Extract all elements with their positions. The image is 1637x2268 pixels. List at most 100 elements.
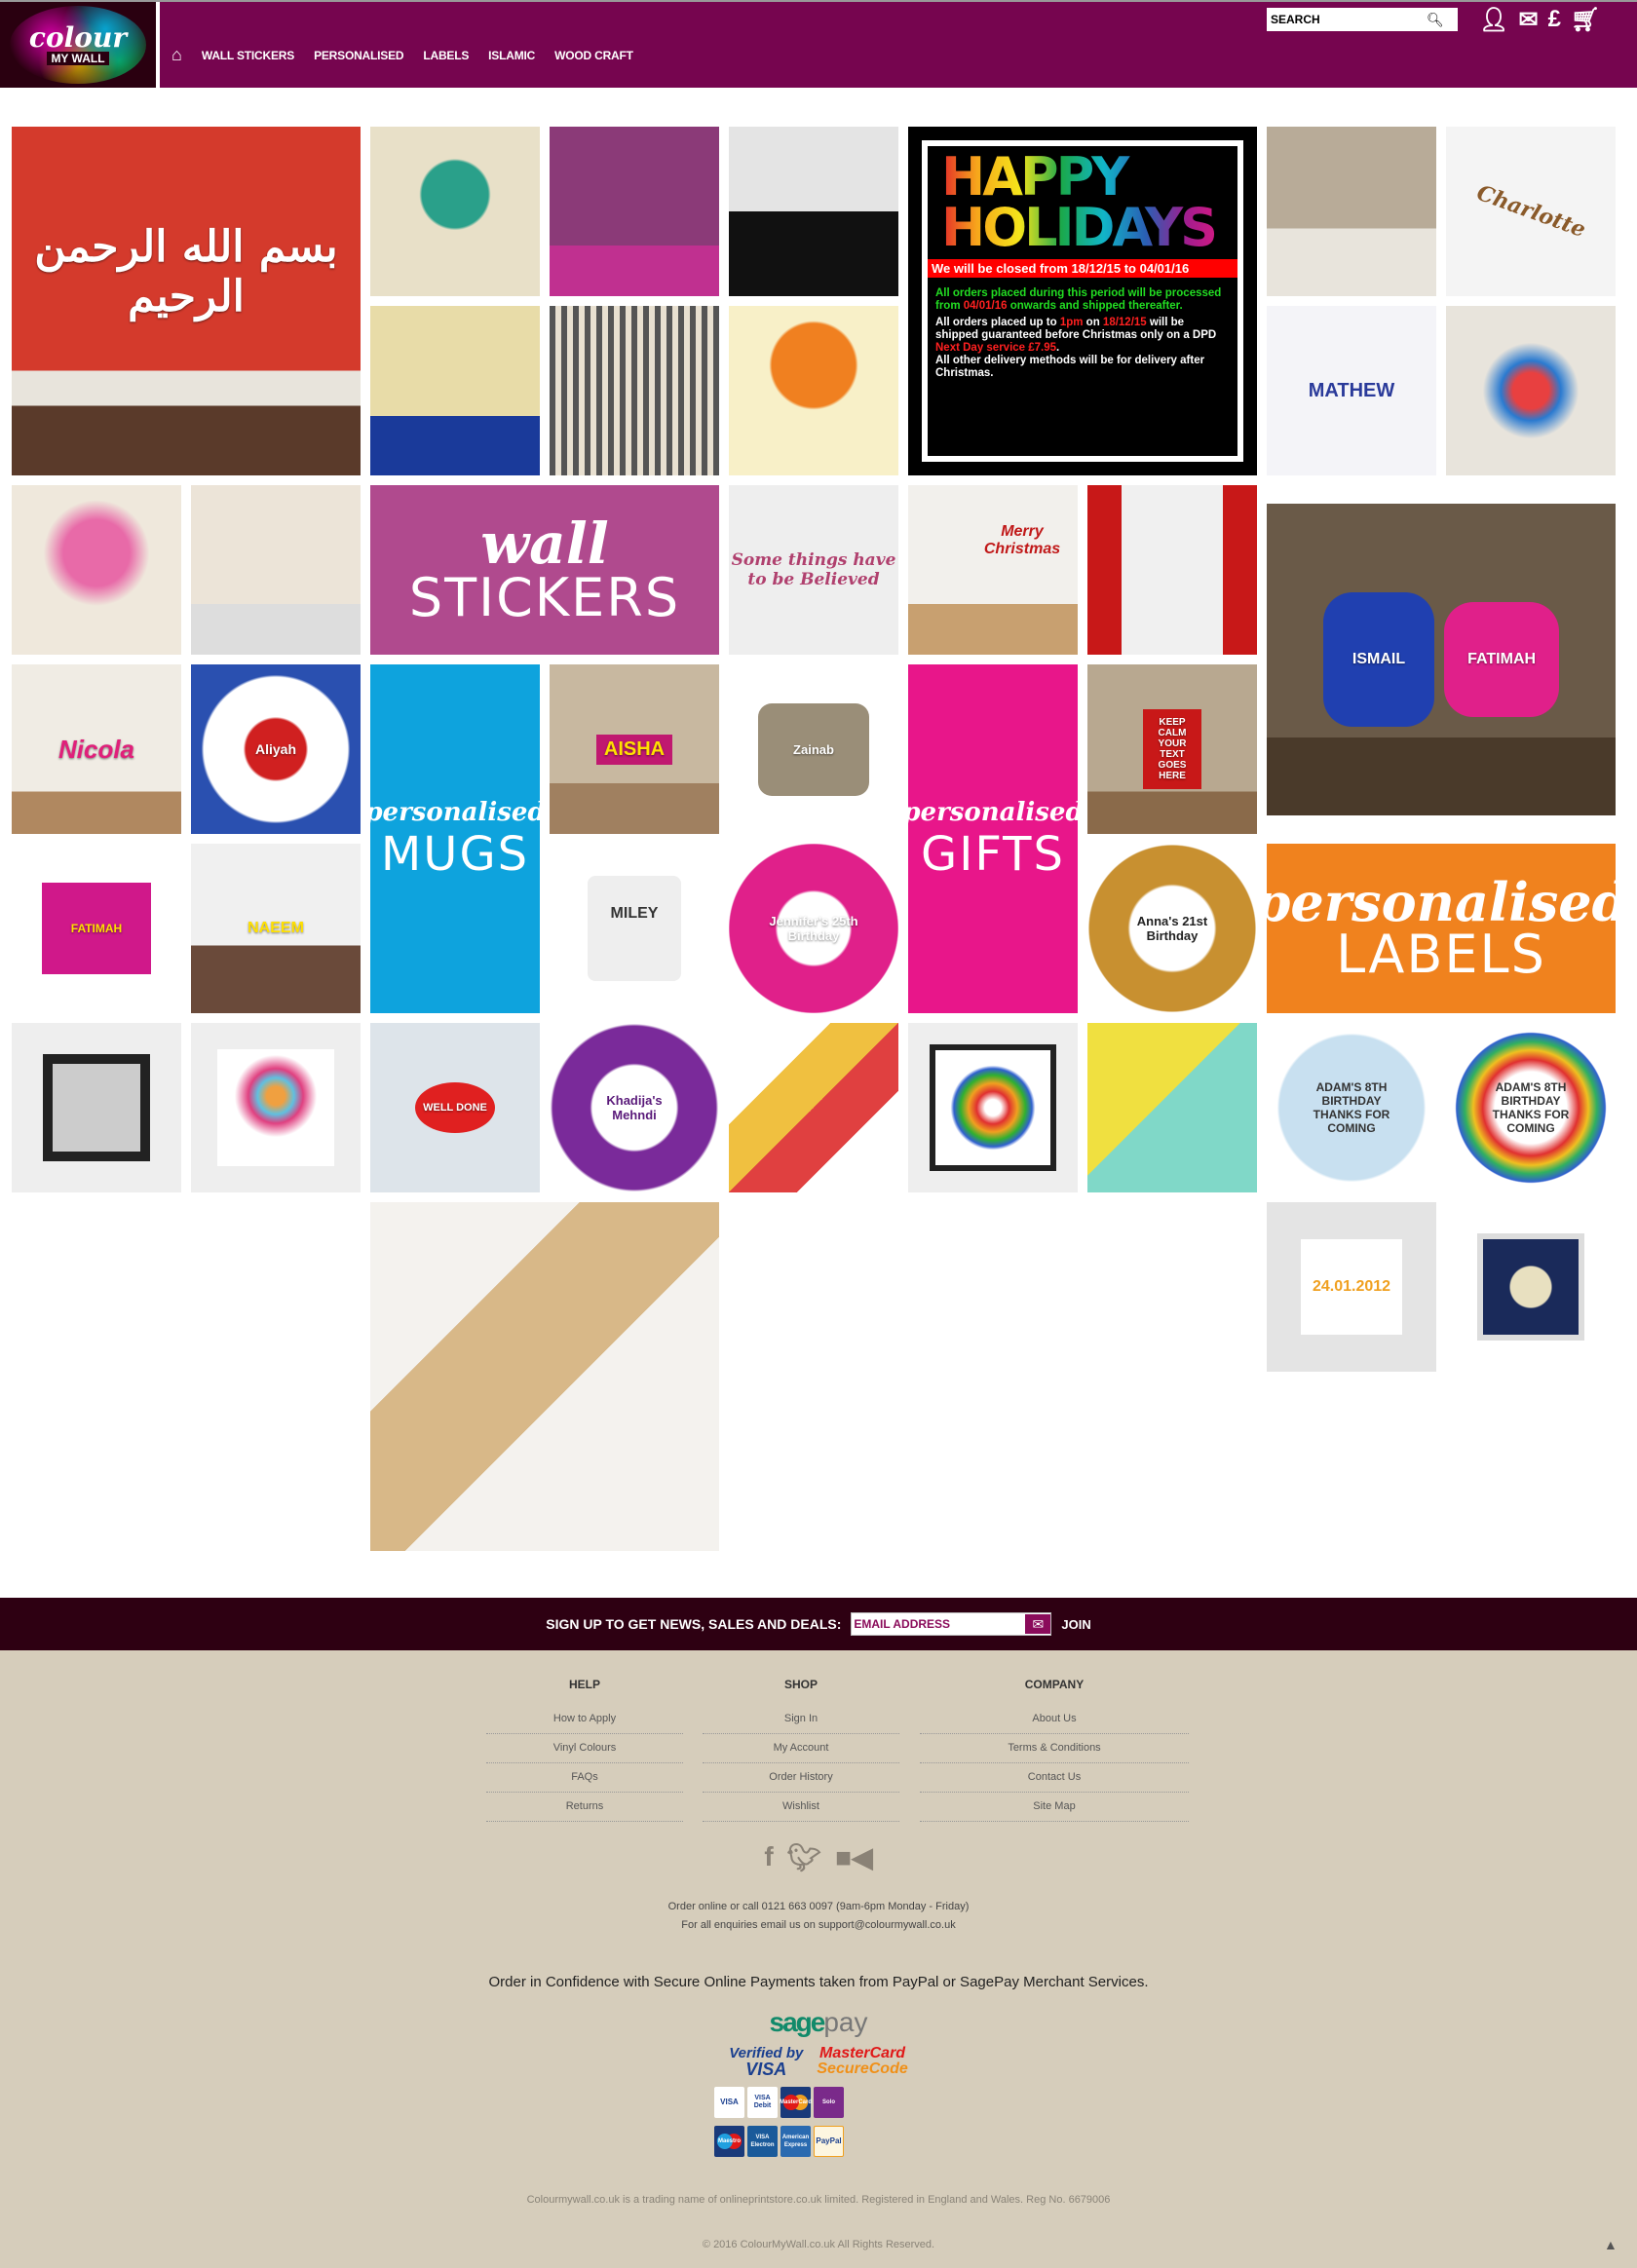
footer-link[interactable]: FAQs <box>486 1763 683 1793</box>
nav-wall-stickers[interactable]: WALL STICKERS <box>202 49 294 62</box>
footer-heading: HELP <box>568 1678 600 1691</box>
holiday-notice: HAPPY HOLIDAYS We will be closed from 18/… <box>908 127 1257 475</box>
tile-arabic-calligraphy[interactable] <box>1446 306 1616 475</box>
footer-link[interactable]: About Us <box>920 1705 1189 1734</box>
search-icon[interactable]: 🔍︎ <box>1427 12 1444 28</box>
footer-col-company: COMPANY About Us Terms & Conditions Cont… <box>920 1678 1189 1822</box>
tile-bedroom-quote[interactable] <box>1267 127 1436 296</box>
solo-card-icon: Solo <box>814 2087 844 2118</box>
footer-link[interactable]: Contact Us <box>920 1763 1189 1793</box>
amex-card-icon: American Express <box>780 2126 811 2157</box>
nav-labels[interactable]: LABELS <box>423 49 469 62</box>
logo[interactable]: colour MY WALL <box>0 2 160 88</box>
holiday-text-1: All orders placed during this period wil… <box>935 287 1222 312</box>
nav-wood-craft[interactable]: WOOD CRAFT <box>554 49 633 62</box>
header-icons: 👤︎ ✉ £ 🛒︎ <box>1479 6 1600 34</box>
banner-wall-stickers[interactable]: wall STICKERS <box>370 485 719 655</box>
tile-purple-arabic[interactable] <box>550 127 719 296</box>
footer-col-shop: SHOP Sign In My Account Order History Wi… <box>703 1678 899 1822</box>
video-icon[interactable]: ■◀ <box>835 1841 872 1873</box>
logo-text: colour <box>28 21 128 54</box>
tile-kitchen-sticker[interactable] <box>729 127 898 296</box>
tile-jennifer-label[interactable]: Jennifer's 25th Birthday <box>729 844 898 1013</box>
tile-backpacks[interactable]: ISMAIL FATIMAH <box>1267 504 1616 815</box>
tile-adams-blue-label[interactable]: ADAM'S 8TH BIRTHDAY THANKS FOR COMING <box>1267 1023 1436 1192</box>
tile-tree-print[interactable] <box>191 1023 361 1192</box>
tile-photo-frame[interactable] <box>12 1023 181 1192</box>
footer-link[interactable]: My Account <box>703 1734 899 1763</box>
footer-link[interactable]: Wishlist <box>703 1793 899 1822</box>
footer-heading: COMPANY <box>1024 1678 1085 1691</box>
search-input[interactable] <box>1271 13 1427 26</box>
tile-maze-arabic[interactable] <box>550 306 719 475</box>
secure-badges: Verified by VISA MasterCard SecureCode <box>0 2046 1637 2079</box>
basket-icon[interactable]: 🛒︎ <box>1571 6 1600 34</box>
tile-greeting-cards[interactable] <box>729 1023 898 1192</box>
secure-payments-text: Order in Confidence with Secure Online P… <box>488 1974 1149 1990</box>
tile-flowers[interactable] <box>12 485 181 655</box>
tile-charlotte-necklace[interactable]: Charlotte <box>1446 127 1616 296</box>
tile-abdur-rahman-print[interactable]: 24.01.2012 <box>1267 1202 1436 1372</box>
tile-mandala-frame[interactable] <box>908 1023 1078 1192</box>
product-grid: بسم الله الرحمن الرحيم HAPPY HOLIDAYS We … <box>12 127 1616 1551</box>
tile-arabic-sofa[interactable] <box>191 485 361 655</box>
email-box: ✉ <box>851 1612 1052 1636</box>
user-icon[interactable]: 👤︎ <box>1479 6 1508 34</box>
tile-anna-label[interactable]: Anna's 21st Birthday <box>1087 844 1257 1013</box>
footer-link[interactable]: Terms & Conditions <box>920 1734 1189 1763</box>
signup-label: SIGN UP TO GET NEWS, SALES AND DEALS: <box>546 1616 842 1632</box>
footer-link[interactable]: Returns <box>486 1793 683 1822</box>
currency-pound-icon[interactable]: £ <box>1548 6 1561 34</box>
tile-miley-mug[interactable]: MILEY <box>550 844 719 1013</box>
main-nav: ⌂ WALL STICKERS PERSONALISED LABELS ISLA… <box>171 45 633 65</box>
tile-christmas-tree[interactable]: Merry Christmas <box>908 485 1078 655</box>
footer-heading: SHOP <box>783 1678 818 1691</box>
back-to-top-icon[interactable]: ▲ <box>1604 2237 1618 2252</box>
tile-arabic-necklace[interactable] <box>1087 1023 1257 1192</box>
footer-link[interactable]: How to Apply <box>486 1705 683 1734</box>
tile-zainab-cushion[interactable]: Zainab <box>729 664 898 834</box>
banner-personalised-gifts[interactable]: personalised GIFTS <box>908 664 1078 1013</box>
contact-phone: Order online or call 0121 663 0097 (9am-… <box>667 1901 970 1912</box>
footer-link[interactable]: Site Map <box>920 1793 1189 1822</box>
tile-red-room[interactable] <box>1087 485 1257 655</box>
search-box: 🔍︎ <box>1267 8 1458 31</box>
tile-bismillah-wall-sticker[interactable]: بسم الله الرحمن الرحيم <box>12 127 361 475</box>
envelope-icon[interactable]: ✉ <box>1025 1614 1051 1634</box>
tile-fatimah-tshirt[interactable]: FATIMAH <box>12 844 181 1013</box>
tile-star-stickers[interactable]: WELL DONE <box>370 1023 540 1192</box>
footer-link[interactable]: Sign In <box>703 1705 899 1734</box>
tile-wooden-bookmark[interactable] <box>370 1202 719 1551</box>
tile-khadija-label[interactable]: Khadija's Mehndi <box>550 1023 719 1192</box>
mail-icon[interactable]: ✉ <box>1518 6 1538 34</box>
join-button[interactable]: JOIN <box>1061 1617 1090 1632</box>
nav-islamic[interactable]: ISLAMIC <box>488 49 535 62</box>
tile-orange-tree[interactable] <box>729 306 898 475</box>
email-input[interactable] <box>852 1617 1018 1631</box>
social-links: f 🐦︎ ■◀ <box>0 1841 1637 1873</box>
tile-aliyah-backpack[interactable]: Aliyah <box>191 664 361 834</box>
holiday-text-2: All orders placed up to 1pm on 18/12/15 … <box>935 317 1217 379</box>
tile-mathew-stars[interactable]: MATHEW <box>1267 306 1436 475</box>
nav-personalised[interactable]: PERSONALISED <box>314 49 403 62</box>
twitter-icon[interactable]: 🐦︎ <box>787 1841 822 1873</box>
tile-adams-rainbow-label[interactable]: ADAM'S 8TH BIRTHDAY THANKS FOR COMING <box>1446 1023 1616 1192</box>
banner-personalised-labels[interactable]: personalised LABELS <box>1267 844 1616 1013</box>
banner-personalised-mugs[interactable]: personalised MUGS <box>370 664 540 1013</box>
facebook-icon[interactable]: f <box>764 1841 773 1873</box>
footer-link[interactable]: Vinyl Colours <box>486 1734 683 1763</box>
sagepay-logo: sagepay <box>769 2007 868 2037</box>
tile-nicola-mug[interactable]: Nicola <box>12 664 181 834</box>
tile-islamic-lamp[interactable] <box>370 127 540 296</box>
newsletter-signup: SIGN UP TO GET NEWS, SALES AND DEALS: ✉ … <box>0 1598 1637 1650</box>
site-header: colour MY WALL ⌂ WALL STICKERS PERSONALI… <box>0 2 1637 88</box>
tile-gold-arabic[interactable] <box>370 306 540 475</box>
tile-keep-calm-mug[interactable]: KEEP CALM YOUR TEXT GOES HERE <box>1087 664 1257 834</box>
tile-arabic-frame[interactable] <box>1446 1202 1616 1372</box>
tile-believed-quote[interactable]: Some things have to be Believed <box>729 485 898 655</box>
home-icon[interactable]: ⌂ <box>171 45 182 65</box>
footer-link[interactable]: Order History <box>703 1763 899 1793</box>
tile-aisha-mug[interactable]: AISHA <box>550 664 719 834</box>
legal-text: Colourmywall.co.uk is a trading name of … <box>526 2194 1111 2206</box>
tile-naeem-bags[interactable]: NAEEM <box>191 844 361 1013</box>
